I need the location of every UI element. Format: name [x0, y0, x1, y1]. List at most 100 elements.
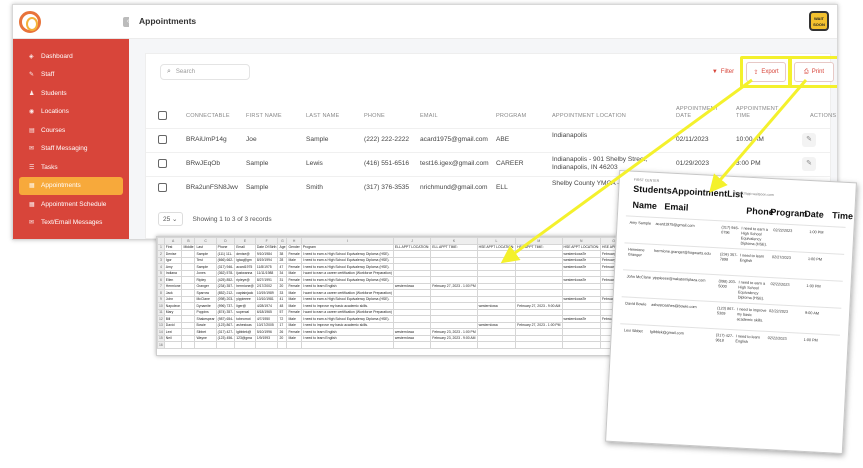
messaging-icon: ✉	[29, 146, 35, 153]
sidebar-item-label: Tasks	[41, 163, 58, 171]
sidebar-item-staff-messaging[interactable]: ✉ Staff Messaging	[19, 140, 123, 159]
per-page-value: 25	[163, 216, 171, 223]
print-column-header: Email	[664, 201, 689, 213]
column-header: ACTIONS	[810, 113, 837, 119]
print-cell: 02/22/2023	[770, 282, 790, 288]
table-cell: BRwJEqOb	[186, 160, 221, 167]
print-cell: hermione.granger@hogwarts.edu	[653, 248, 711, 256]
print-title: StudentsAppointmentList	[633, 183, 744, 200]
export-button[interactable]: ⇪ Export	[746, 62, 786, 82]
edit-icon[interactable]: ✎	[802, 157, 816, 171]
column-header: APPOINTMENT LOCATION	[552, 113, 627, 119]
print-header: FIRST CENTER	[633, 177, 660, 184]
pagination: 25 ⌄ Showing 1 to 3 of 3 records	[158, 212, 272, 226]
search-input[interactable]: ⌕ Search	[160, 64, 250, 80]
table-cell: BRa2unFSN8Jwv	[186, 184, 239, 191]
avatar[interactable]: WAIT SOON	[809, 11, 829, 31]
table-cell: (317) 376-3535	[364, 184, 410, 191]
filter-label: Filter	[720, 69, 735, 75]
sidebar-nav: ◈ Dashboard ✎ Staff ♟ Students ◉ Locations ▤ Cour…	[13, 39, 129, 232]
logo-area: ‹	[13, 5, 133, 39]
exported-spreadsheet: A B C D E F G H I J K L M N O 1 First Middle Last Phone Emai…	[156, 236, 626, 356]
print-cell: 02/22/2023	[767, 335, 787, 341]
column-header: EMAIL	[420, 113, 438, 119]
print-cell: yippieeee@nakatomiplaza.com	[652, 275, 706, 283]
export-label: Export	[761, 69, 779, 75]
sidebar-item-label: Dashboard	[41, 52, 73, 60]
spreadsheet-row: 16	[157, 341, 625, 349]
table-row[interactable]: BRwJEqOb Sample Lewis (416) 551-6516 test16.…	[146, 152, 830, 174]
table-cell: nrichmund@gmail.com	[420, 184, 488, 191]
spreadsheet-grid: A B C D E F G H I J K L M N O 1 First Middle Last Phone Emai…	[157, 237, 625, 349]
table-cell: Sample	[306, 136, 329, 143]
page-title: Appointments	[139, 16, 197, 26]
export-icon: ⇪	[753, 69, 759, 76]
sidebar-item-label: Staff	[41, 71, 55, 79]
sidebar-item-locations[interactable]: ◉ Locations	[19, 103, 123, 122]
table-cell: Indianapolis - 901 Shelby Street, Indian…	[552, 156, 648, 171]
per-page-select[interactable]: 25 ⌄	[158, 212, 183, 226]
sidebar-item-students[interactable]: ♟ Students	[19, 84, 123, 103]
table-cell: 10:00 AM	[736, 136, 764, 143]
print-cell: lgibblek@gmail.com	[649, 329, 684, 336]
row-number: 16	[157, 341, 165, 349]
location-icon: ◉	[29, 109, 35, 116]
column-header: APPOINTMENT TIME	[736, 106, 779, 119]
courses-icon: ▤	[29, 127, 35, 134]
filter-button[interactable]: ▼ Filter	[706, 62, 740, 82]
print-label: Print	[811, 69, 825, 75]
tasks-icon: ☰	[29, 164, 35, 171]
print-cell: 1:00 PM	[803, 337, 818, 343]
table-cell: Lewis	[306, 160, 323, 167]
print-cell: (317) 946-0796	[721, 225, 740, 235]
table-cell: Joe	[246, 136, 257, 143]
sidebar-item-label: Appointment Schedule	[41, 200, 107, 208]
sidebar-item-appointments[interactable]: ▦ Appointments	[19, 176, 123, 195]
sidebar-item-label: Courses	[41, 126, 66, 134]
sidebar-item-tasks[interactable]: ☰ Tasks	[19, 158, 123, 177]
table-header: CONNECTABLE FIRST NAME LAST NAME PHONE EMAIL…	[146, 106, 836, 126]
table-cell: Indianapolis	[552, 132, 588, 139]
print-button[interactable]: ⎙ Print	[794, 62, 834, 82]
row-checkbox[interactable]	[158, 183, 167, 192]
sidebar-item-label: Staff Messaging	[41, 145, 88, 153]
table-cell: 02/11/2023	[676, 136, 709, 143]
sidebar-item-staff[interactable]: ✎ Staff	[19, 66, 123, 85]
schedule-icon: ▦	[29, 201, 35, 208]
table-row[interactable]: BRAiUmP14g Joe Sample (222) 222-2222 acard19…	[146, 128, 830, 150]
print-cell: (234) 357-7898	[719, 252, 738, 262]
print-column-header: Program	[770, 206, 808, 219]
dashboard-icon: ◈	[29, 53, 34, 60]
sidebar: ‹ ◈ Dashboard ✎ Staff ♟ Students ◉ Locations ▤ Co…	[13, 5, 133, 239]
row-checkbox[interactable]	[158, 159, 167, 168]
print-column-header: Date	[803, 208, 824, 220]
print-cell: acard1975@gmail.com	[655, 221, 695, 228]
sidebar-item-appointment-schedule[interactable]: ▦ Appointment Schedule	[19, 195, 123, 214]
table-cell: ABE	[496, 136, 510, 143]
print-cell: (317) 427-9618	[715, 333, 734, 343]
filter-icon: ▼	[711, 69, 718, 75]
printed-list: FIRST CENTER StudentsAppointmentList htt…	[605, 169, 857, 455]
print-cell: 1:00 PM	[806, 283, 821, 289]
column-header: APPOINTMENT DATE	[676, 106, 719, 119]
sidebar-item-dashboard[interactable]: ◈ Dashboard	[19, 47, 123, 66]
table-cell: (416) 551-6516	[364, 160, 410, 167]
search-icon: ⌕	[167, 68, 171, 75]
composite-screenshot: ‹ ◈ Dashboard ✎ Staff ♟ Students ◉ Locations ▤ Co…	[0, 0, 863, 468]
table-cell: Sample	[246, 184, 269, 191]
select-all-checkbox[interactable]	[158, 111, 167, 120]
print-cell: 1:00 PM	[807, 256, 823, 262]
table-cell: ELL	[496, 184, 508, 191]
logo	[19, 11, 41, 33]
students-icon: ♟	[29, 90, 35, 97]
sidebar-item-courses[interactable]: ▤ Courses	[19, 121, 123, 140]
table-cell: test16.igex@gmail.com	[420, 160, 489, 167]
sidebar-item-text-email-messages[interactable]: ✉ Text/Email Messages	[19, 214, 123, 233]
print-column-header: Time	[831, 210, 854, 222]
table-cell: acard1975@gmail.com	[420, 136, 488, 143]
sidebar-item-label: Locations	[41, 108, 69, 116]
records-summary: Showing 1 to 3 of 3 records	[192, 215, 272, 223]
sidebar-item-label: Appointments	[41, 182, 81, 190]
edit-icon[interactable]: ✎	[802, 133, 816, 147]
row-checkbox[interactable]	[158, 135, 167, 144]
